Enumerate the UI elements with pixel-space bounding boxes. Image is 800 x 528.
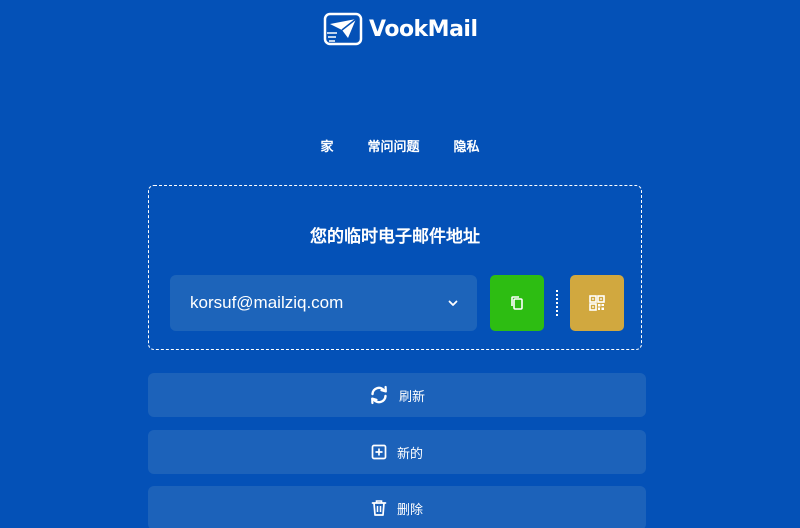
refresh-button[interactable]: 刷新	[148, 373, 646, 417]
trash-icon	[371, 500, 387, 516]
email-select[interactable]: korsuf@mailziq.com	[170, 275, 477, 331]
new-button[interactable]: 新的	[148, 430, 646, 474]
logo[interactable]: VookMail	[323, 11, 478, 47]
nav-faq[interactable]: 常问问题	[367, 136, 419, 155]
copy-icon	[511, 296, 523, 310]
new-label: 新的	[396, 446, 423, 462]
qr-code-icon	[589, 295, 605, 311]
panel-title: 您的临时电子邮件地址	[310, 227, 480, 247]
nav-privacy[interactable]: 隐私	[454, 136, 480, 155]
delete-button[interactable]: 删除	[148, 486, 646, 528]
chevron-down-icon	[448, 300, 458, 306]
qr-code-button[interactable]	[570, 275, 624, 331]
page: VookMail 家 常问问题 隐私 您的临时电子邮件地址 korsuf@mai…	[0, 0, 800, 528]
delete-label: 删除	[396, 502, 423, 518]
top-nav: 家 常问问题 隐私	[0, 136, 800, 155]
email-address-panel: 您的临时电子邮件地址 korsuf@mailziq.com	[148, 185, 642, 350]
copy-button[interactable]	[490, 275, 544, 331]
plus-square-icon	[371, 444, 387, 460]
logo-mail-icon	[323, 12, 363, 46]
email-value: korsuf@mailziq.com	[190, 293, 344, 312]
nav-home[interactable]: 家	[320, 136, 333, 155]
refresh-icon	[371, 385, 387, 405]
divider	[556, 290, 558, 316]
refresh-label: 刷新	[398, 389, 425, 405]
brand-name: VookMail	[369, 16, 478, 42]
